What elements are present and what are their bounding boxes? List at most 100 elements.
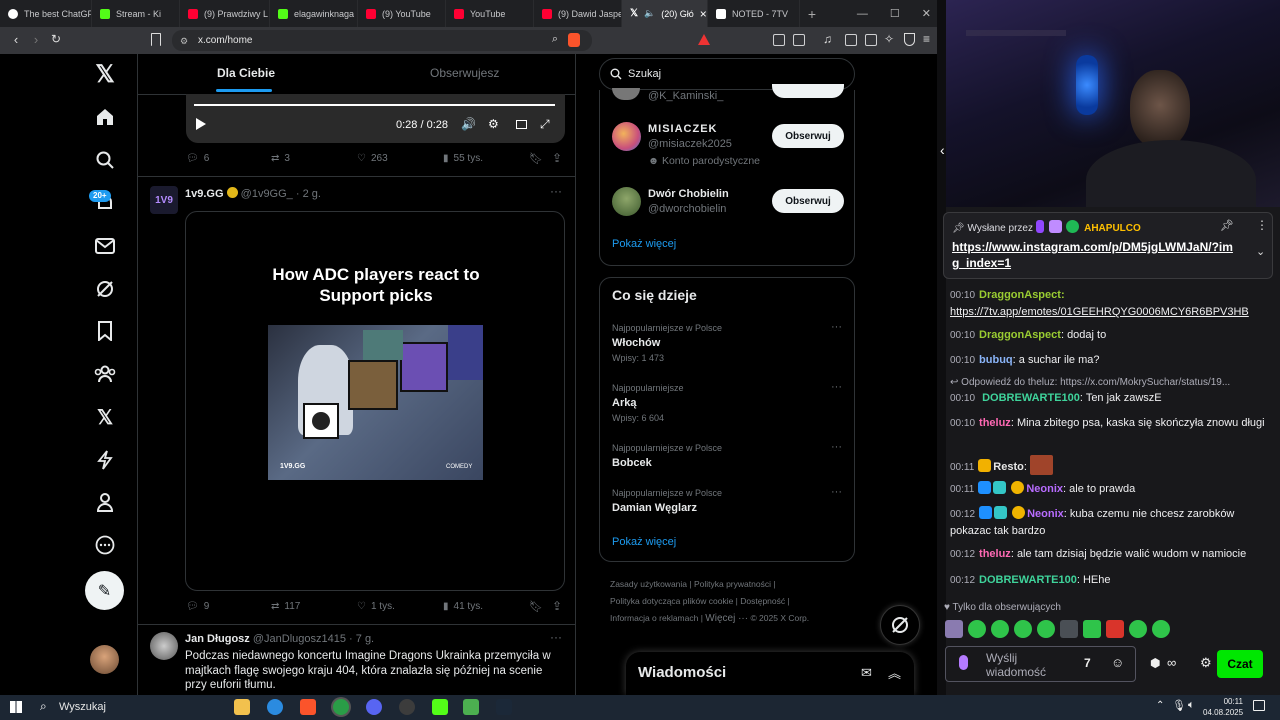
audio-icon[interactable]: 🔈	[644, 8, 655, 19]
new-tab-button[interactable]: +	[800, 6, 824, 22]
pinned-username[interactable]: AHAPULCO	[1084, 223, 1141, 234]
tab-following[interactable]: Obserwujesz	[430, 66, 499, 80]
emote-icon[interactable]	[1129, 620, 1147, 638]
account-avatar[interactable]	[90, 645, 119, 674]
trend-item[interactable]: Najpopularniejsze w Polsce Włochów Wpisy…	[600, 318, 854, 368]
channel-points-icon[interactable]: ⬢	[1150, 656, 1160, 670]
emoji-icon[interactable]: ☺	[1111, 655, 1124, 670]
bookmark-post-icon[interactable]: 🔖︎	[529, 600, 543, 613]
communities-icon[interactable]	[94, 363, 116, 385]
follow-button[interactable]: Obserwuj	[772, 189, 844, 213]
leo-ai-icon[interactable]: ✧	[884, 32, 894, 46]
steam-icon[interactable]	[496, 699, 512, 715]
trend-item[interactable]: Najpopularniejsze Arką Wpisy: 6 604 ···	[600, 378, 854, 428]
send-chat-button[interactable]: Czat	[1217, 650, 1263, 678]
taskbar-search[interactable]: Wyszukaj	[59, 701, 106, 713]
sidebar-icon[interactable]	[845, 34, 857, 46]
footer-link[interactable]: Dostępność	[740, 596, 785, 606]
post-more-icon[interactable]: ···	[550, 184, 562, 198]
url-field[interactable]: ⚙ x.com/home ⌕	[172, 30, 592, 51]
zoom-icon[interactable]: ⌕	[552, 33, 558, 46]
user-avatar[interactable]	[612, 187, 641, 216]
bookmark-post-icon[interactable]: 🔖︎	[529, 152, 543, 165]
verified-orgs-icon[interactable]	[94, 449, 116, 471]
msg-user[interactable]: DOBREWARTE100	[979, 574, 1077, 586]
edge-icon[interactable]	[267, 699, 283, 715]
menu-icon[interactable]: ≡	[923, 32, 930, 46]
clock[interactable]: 00:11 04.08.2025	[1203, 696, 1243, 718]
video-progress[interactable]	[194, 104, 555, 106]
post-button[interactable]: ✎	[85, 571, 124, 610]
volume-icon[interactable]: 🔊	[461, 117, 476, 131]
pinned-more-icon[interactable]: ⋮	[1256, 218, 1268, 232]
emote-icon[interactable]	[1029, 455, 1053, 475]
msg-text[interactable]: https://7tv.app/emotes/01GEEHRQYG0006MCY…	[950, 306, 1249, 318]
bookmark-icon[interactable]	[151, 33, 161, 46]
author-handle[interactable]: @JanDlugosz1415	[253, 633, 346, 645]
obs-icon[interactable]	[399, 699, 415, 715]
browser-tab[interactable]: NOTED - 7TV	[708, 0, 800, 27]
mic-tray-icon[interactable]: 🎙︎	[1172, 699, 1186, 712]
trend-more-icon[interactable]: ···	[831, 321, 842, 333]
emote-icon[interactable]	[1060, 620, 1078, 638]
browser-tab[interactable]: (9) Dawid Jaspe	[534, 0, 622, 27]
vpn-shield-icon[interactable]	[904, 33, 915, 46]
tab-close-button[interactable]: ×	[700, 7, 707, 21]
chat-input[interactable]: Wyślij wiadomość 7 ☺	[945, 646, 1136, 682]
messages-icon[interactable]	[94, 235, 116, 257]
msg-user[interactable]: bubuq	[979, 354, 1013, 366]
browser-tab[interactable]: elagawinknaga	[270, 0, 358, 27]
browser-tab[interactable]: Stream - Ki	[92, 0, 180, 27]
emote-icon[interactable]	[1014, 620, 1032, 638]
bookmarks-icon[interactable]	[94, 320, 116, 342]
author-avatar[interactable]	[150, 632, 178, 660]
show-more-link[interactable]: Pokaż więcej	[612, 238, 676, 250]
forward-icon[interactable]: ›	[26, 32, 46, 47]
back-icon[interactable]: ‹	[6, 32, 26, 47]
repost-action[interactable]: ⇄ 117	[271, 601, 300, 612]
reply-action[interactable]: 💬︎ 9	[186, 601, 209, 612]
emote-icon[interactable]	[1037, 620, 1055, 638]
home-icon[interactable]	[94, 106, 116, 128]
profile-icon[interactable]	[94, 491, 116, 513]
msg-user[interactable]: Neonix	[1027, 508, 1064, 520]
post-media[interactable]: How ADC players react to Support picks 1…	[185, 211, 565, 591]
more-icon[interactable]	[94, 534, 116, 556]
media-icon[interactable]: ♫	[823, 32, 832, 46]
emote-icon[interactable]	[945, 620, 963, 638]
brave-rewards-icon[interactable]	[698, 34, 710, 45]
grok-fab-button[interactable]	[880, 605, 920, 645]
msg-user[interactable]: theluz	[979, 548, 1011, 560]
screenshot-icon[interactable]	[793, 34, 805, 46]
emote-icon[interactable]	[1152, 620, 1170, 638]
trend-item[interactable]: Najpopularniejsze w Polsce Bobcek ···	[600, 438, 854, 478]
picture-in-picture-icon[interactable]	[516, 120, 527, 129]
chevron-down-icon[interactable]: ⌄	[1256, 245, 1265, 258]
browser-tab[interactable]: (9) YouTube	[358, 0, 446, 27]
mic-icon[interactable]	[959, 655, 968, 670]
trend-more-icon[interactable]: ···	[831, 486, 842, 498]
infinity-icon[interactable]: ∞	[1167, 655, 1176, 670]
browser-tab[interactable]: (9) Prawdziwy L	[180, 0, 270, 27]
explore-icon[interactable]	[94, 149, 116, 171]
author-name[interactable]: Jan Długosz	[185, 633, 250, 645]
reload-icon[interactable]: ↻	[46, 32, 66, 46]
browser-tab-active[interactable]: 𝕏 🔈 (20) Głó ×	[622, 0, 708, 27]
footer-link[interactable]: Polityka prywatności	[694, 579, 771, 589]
author-name[interactable]: 1v9.GG	[185, 188, 224, 200]
app-icon[interactable]	[463, 699, 479, 715]
footer-link[interactable]: Informacja o reklamach	[610, 613, 698, 623]
minimize-icon[interactable]: —	[857, 8, 868, 20]
browser-tab[interactable]: The best ChatGP	[0, 0, 92, 27]
video-player[interactable]: 0:28 / 0:28 🔊 ⚙ ⤢	[186, 94, 565, 143]
premium-x-icon[interactable]: 𝕏	[94, 406, 116, 429]
play-icon[interactable]	[196, 118, 206, 130]
grok-icon[interactable]	[94, 278, 116, 300]
webcam-video[interactable]	[946, 0, 1280, 207]
trend-more-icon[interactable]: ···	[831, 381, 842, 393]
notification-center-icon[interactable]	[1253, 700, 1265, 711]
trend-item[interactable]: Najpopularniejsze w Polsce Damian Węglar…	[600, 483, 854, 523]
footer-link[interactable]: Zasady użytkowania	[610, 579, 687, 589]
views-action[interactable]: ▮ 55 tys.	[443, 153, 483, 164]
emote-icon[interactable]	[991, 620, 1009, 638]
